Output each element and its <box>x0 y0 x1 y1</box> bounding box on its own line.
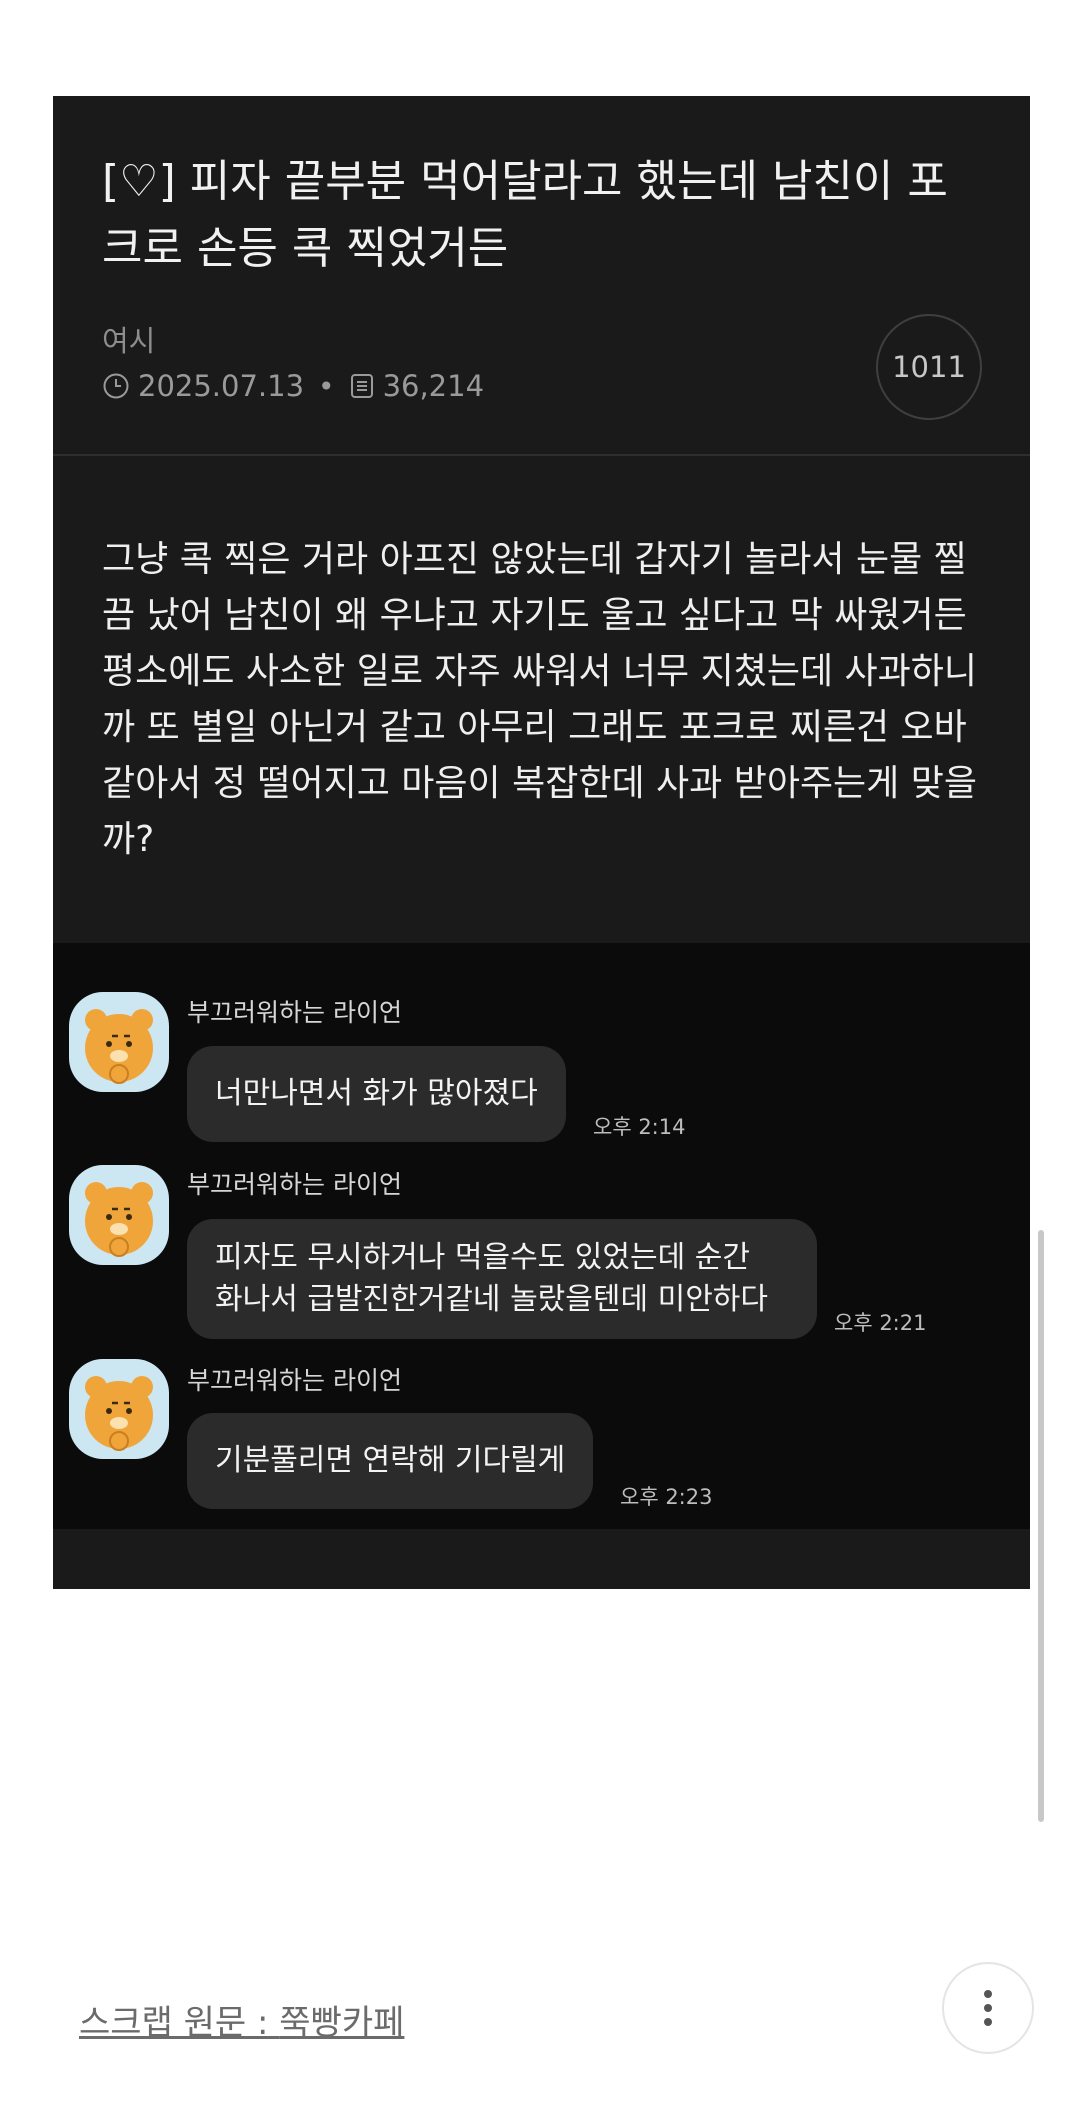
source-link[interactable]: 쭉빵카페 <box>279 2003 404 2043</box>
comment-count: 1011 <box>892 350 966 384</box>
post-card: [♡] 피자 끝부분 먹어달라고 했는데 남친이 포크로 손등 콕 찍었거든 여… <box>53 96 1030 1589</box>
message-bubble: 기분풀리면 연락해 기다릴게 <box>187 1413 594 1509</box>
post-body: 그냥 콕 찍은 거라 아프진 않았는데 갑자기 놀라서 눈물 찔끔 났어 남친이… <box>102 539 977 860</box>
message-sender: 부끄러워하는 라이언 <box>187 998 402 1027</box>
more-dot <box>984 2018 992 2026</box>
post-author[interactable]: 여시 <box>102 318 155 360</box>
post-date: 2025.07.13 <box>138 369 305 403</box>
more-dot <box>984 2004 992 2012</box>
clock-icon <box>103 373 129 399</box>
post-title: [♡] 피자 끝부분 먹어달라고 했는데 남친이 포크로 손등 콕 찍었거든 <box>102 156 948 274</box>
post-meta: 2025.07.13 • 36,214 <box>102 369 484 403</box>
message-time: 오후 2:21 <box>834 1311 927 1335</box>
scrollbar[interactable] <box>1038 1230 1044 1822</box>
ryan-avatar-icon <box>69 1359 169 1459</box>
meta-separator: • <box>318 369 335 403</box>
post-views: 36,214 <box>382 369 485 403</box>
message-line: 화나서 급발진한거같네 놀랐을텐데 미안하다 <box>215 1282 769 1317</box>
source-prefix: 스크랩 원문 : <box>79 2003 280 2043</box>
post-header: [♡] 피자 끝부분 먹어달라고 했는데 남친이 포크로 손등 콕 찍었거든 여… <box>53 96 1030 454</box>
message-line: 피자도 무시하거나 먹을수도 있었는데 순간 <box>215 1240 750 1275</box>
message-time: 오후 2:23 <box>620 1485 713 1509</box>
message-time: 오후 2:14 <box>593 1115 686 1139</box>
divider <box>53 454 1030 456</box>
message-line: 너만나면서 화가 많아졌다 <box>215 1076 538 1111</box>
views-icon <box>350 374 373 398</box>
comment-count-button[interactable]: 1011 <box>876 314 982 420</box>
message-bubble: 피자도 무시하거나 먹을수도 있었는데 순간 화나서 급발진한거같네 놀랐을텐데… <box>187 1219 817 1339</box>
message-line: 기분풀리면 연락해 기다릴게 <box>215 1443 566 1478</box>
ryan-avatar-icon <box>69 992 169 1092</box>
message-sender: 부끄러워하는 라이언 <box>187 1170 402 1199</box>
ryan-avatar-icon <box>69 1165 169 1265</box>
scrap-source: 스크랩 원문 : 쭉빵카페 <box>79 1995 404 2044</box>
message-bubble: 너만나면서 화가 많아졌다 <box>187 1046 566 1142</box>
more-vertical-icon[interactable] <box>942 1962 1034 2054</box>
message-sender: 부끄러워하는 라이언 <box>187 1366 402 1395</box>
more-dot <box>984 1990 992 1998</box>
chat-screenshot: 부끄러워하는 라이언 너만나면서 화가 많아졌다 오후 2:14 부끄러워하는 … <box>53 943 1030 1529</box>
